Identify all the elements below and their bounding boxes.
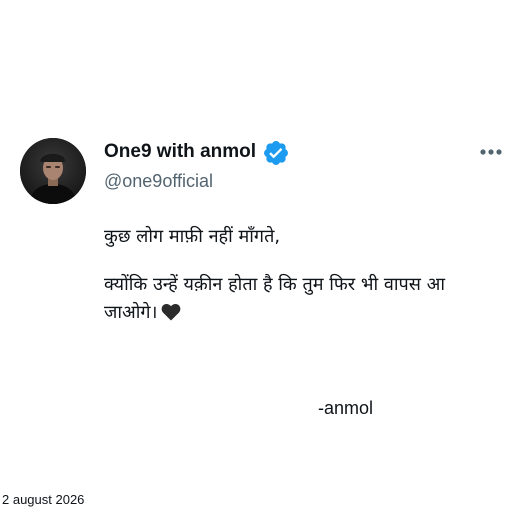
- author-name[interactable]: One9 with anmol: [104, 141, 256, 163]
- post-text-line-1: कुछ लोग माफ़ी नहीं माँगते,: [104, 226, 281, 247]
- verified-badge-icon: [264, 141, 288, 165]
- avatar[interactable]: [20, 138, 86, 204]
- avatar-photo: [20, 138, 86, 204]
- post-text-line-3-text: जाओगे।: [104, 302, 158, 323]
- author-handle[interactable]: @one9official: [104, 171, 213, 192]
- date-stamp: 2 august 2026: [2, 492, 85, 507]
- tweet-card: One9 with anmol @one9official कुछ लोग मा…: [0, 0, 520, 520]
- post-signature: -anmol: [318, 398, 374, 418]
- black-heart-icon: [162, 303, 181, 321]
- post-text-line-2: क्योंकि उन्हें यक़ीन होता है कि तुम फिर …: [104, 274, 446, 295]
- post-text-line-3: जाओगे।: [104, 300, 181, 324]
- more-options-icon[interactable]: [478, 143, 504, 161]
